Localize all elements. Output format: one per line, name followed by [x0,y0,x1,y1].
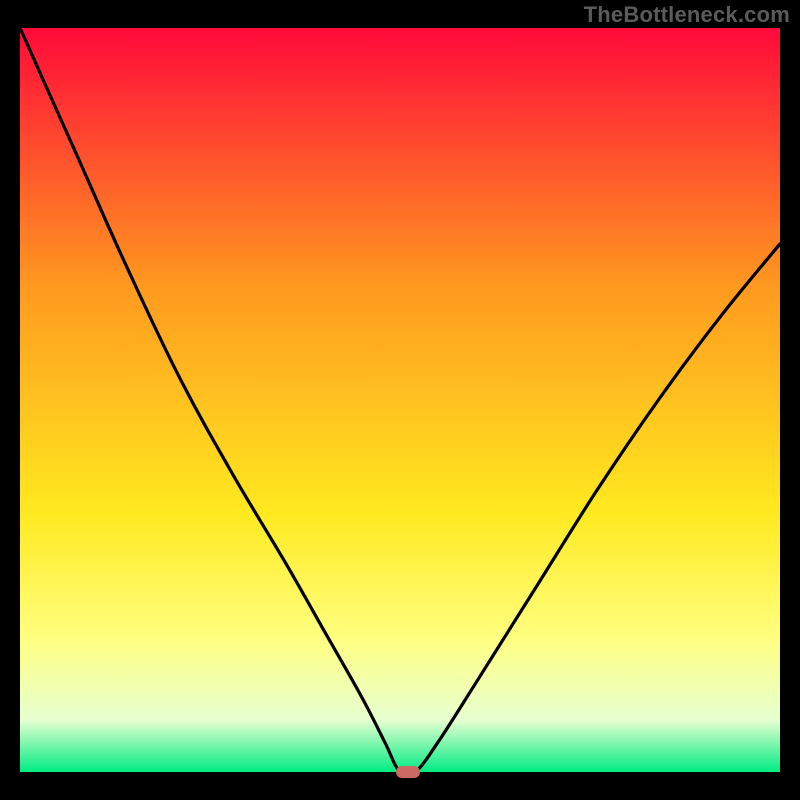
minimum-marker [396,766,420,778]
chart-svg [20,28,780,772]
plot-area [20,28,780,772]
gradient-background [20,28,780,772]
chart-frame: TheBottleneck.com [0,0,800,800]
watermark-text: TheBottleneck.com [584,2,790,28]
